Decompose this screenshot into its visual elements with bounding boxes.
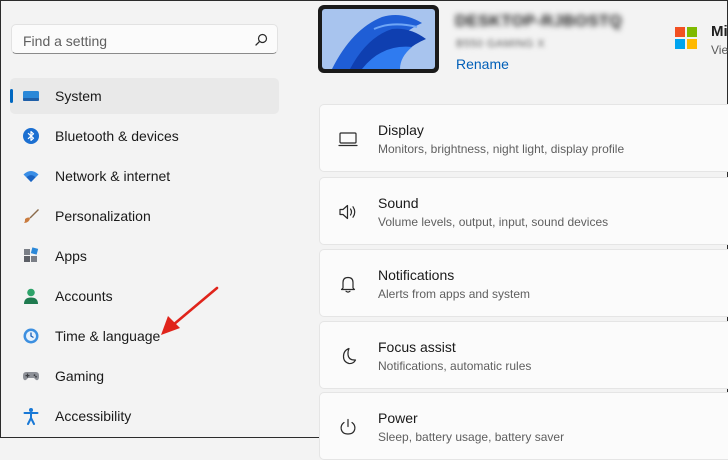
card-title: Focus assist: [378, 339, 456, 355]
sidebar-item-accessibility[interactable]: Accessibility: [10, 398, 279, 434]
card-subtitle: Notifications, automatic rules: [378, 359, 532, 373]
desktop-wallpaper-thumbnail: [318, 5, 439, 73]
sidebar-item-apps[interactable]: Apps: [10, 238, 279, 274]
wallpaper-image: [322, 9, 435, 69]
card-focus-assist[interactable]: Focus assist Notifications, automatic ru…: [319, 321, 728, 389]
sidebar-item-accounts[interactable]: Accounts: [10, 278, 279, 314]
sidebar-item-label: Bluetooth & devices: [55, 128, 179, 144]
sidebar-item-bluetooth[interactable]: Bluetooth & devices: [10, 118, 279, 154]
sidebar-item-label: Time & language: [55, 328, 161, 344]
card-subtitle: Volume levels, output, input, sound devi…: [378, 215, 609, 229]
moon-icon: [342, 347, 357, 365]
sidebar-item-personalization[interactable]: Personalization: [10, 198, 279, 234]
card-title: Power: [378, 410, 418, 426]
monitor-icon: [338, 132, 358, 147]
sidebar-item-label: Apps: [55, 248, 87, 264]
device-model: B550 GAMING X: [456, 38, 545, 50]
microsoft-365-link[interactable]: Vie: [711, 43, 728, 57]
microsoft-365-title: Mi: [711, 23, 728, 40]
globe-clock-icon: [23, 328, 39, 344]
accessibility-icon: [23, 408, 39, 425]
apps-icon: [24, 247, 39, 262]
card-subtitle: Monitors, brightness, night light, displ…: [378, 142, 625, 156]
card-power[interactable]: Power Sleep, battery usage, battery save…: [319, 392, 728, 460]
card-notifications[interactable]: Notifications Alerts from apps and syste…: [319, 249, 728, 317]
device-name: DESKTOP-RJBOSTQ: [455, 13, 623, 30]
power-icon: [340, 418, 356, 435]
card-title: Sound: [378, 195, 419, 211]
wifi-icon: [23, 171, 39, 182]
search-box[interactable]: [11, 24, 278, 54]
sidebar-item-label: Accessibility: [55, 408, 132, 424]
sidebar-item-time-language[interactable]: Time & language: [10, 318, 279, 354]
card-title: Notifications: [378, 267, 455, 283]
selection-indicator: [10, 89, 13, 103]
sidebar-item-label: System: [55, 88, 102, 104]
bluetooth-icon: [23, 128, 39, 144]
sidebar-item-label: Personalization: [55, 208, 151, 224]
system-icon: [23, 91, 39, 101]
sidebar-item-label: Accounts: [55, 288, 113, 304]
card-sound[interactable]: Sound Volume levels, output, input, soun…: [319, 177, 728, 245]
sidebar-item-label: Network & internet: [55, 168, 171, 184]
search-input[interactable]: [21, 31, 245, 51]
bell-icon: [340, 276, 356, 293]
speaker-icon: [339, 204, 356, 220]
microsoft-logo-icon: [675, 27, 697, 49]
sidebar-item-label: Gaming: [55, 368, 105, 384]
sidebar-item-gaming[interactable]: Gaming: [10, 358, 279, 394]
sidebar-item-network[interactable]: Network & internet: [10, 158, 279, 194]
card-subtitle: Alerts from apps and system: [378, 287, 531, 301]
brush-icon: [24, 209, 39, 223]
sidebar-item-system[interactable]: System: [10, 78, 279, 114]
account-icon: [24, 288, 38, 304]
card-subtitle: Sleep, battery usage, battery saver: [378, 430, 565, 444]
gamepad-icon: [22, 372, 40, 381]
search-icon[interactable]: [255, 33, 268, 46]
card-display[interactable]: Display Monitors, brightness, night ligh…: [319, 104, 728, 172]
rename-link[interactable]: Rename: [456, 56, 509, 72]
card-title: Display: [378, 122, 424, 138]
